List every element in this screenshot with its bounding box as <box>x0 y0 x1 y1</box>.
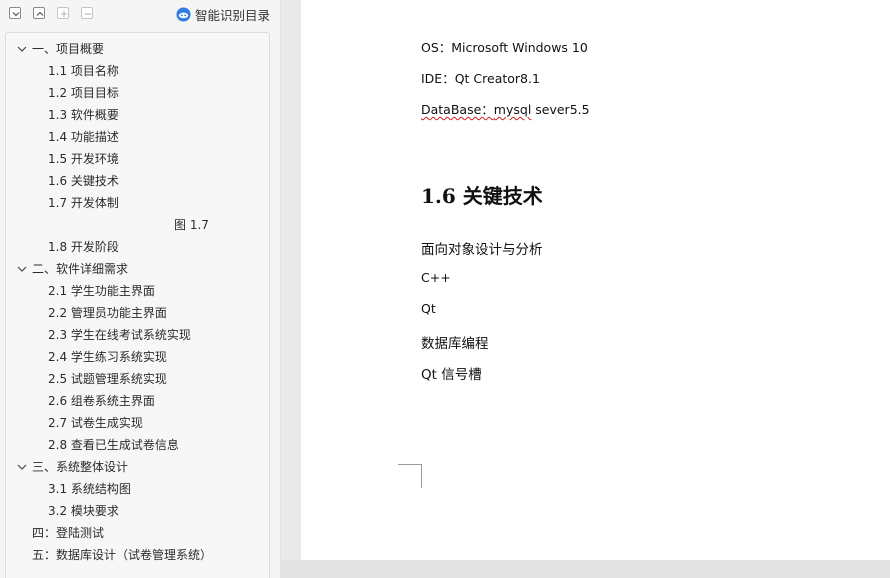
toc-item[interactable]: 一、项目概要 <box>6 38 269 60</box>
remove-heading-button[interactable] <box>81 7 93 19</box>
toc-item[interactable]: 2.1 学生功能主界面 <box>6 280 269 302</box>
collapse-all-button[interactable] <box>9 7 21 19</box>
toc-item-label: 2.3 学生在线考试系统实现 <box>48 328 191 342</box>
workspace-bottom <box>281 560 890 578</box>
toc-item[interactable]: 四：登陆测试 <box>6 522 269 544</box>
toc-item[interactable]: 1.7 开发体制 <box>6 192 269 214</box>
tech-item[interactable]: C++ <box>421 270 451 285</box>
toc-item-label: 3.1 系统结构图 <box>48 482 131 496</box>
toc-item[interactable]: 1.3 软件概要 <box>6 104 269 126</box>
env-ide-line[interactable]: IDE：Qt Creator8.1 <box>421 68 540 87</box>
toc-item[interactable]: 2.8 查看已生成试卷信息 <box>6 434 269 456</box>
add-heading-button[interactable] <box>57 7 69 19</box>
env-os-line[interactable]: OS：Microsoft Windows 10 <box>421 37 588 56</box>
toc-panel: 智能识别目录 一、项目概要 1.1 项目名称 1.2 项目目标 1.3 软件概要 1.4… <box>0 0 281 578</box>
plus-icon <box>61 11 67 17</box>
toc-item-label: 2.6 组卷系统主界面 <box>48 394 155 408</box>
toc-item[interactable]: 1.1 项目名称 <box>6 60 269 82</box>
toc-item-label: 2.5 试题管理系统实现 <box>48 372 167 386</box>
ai-cloud-icon <box>176 6 191 22</box>
chevron-down-icon[interactable] <box>17 45 27 53</box>
toc-item[interactable]: 1.8 开发阶段 <box>6 236 269 258</box>
toc-item-label: 三、系统整体设计 <box>32 460 129 474</box>
smart-toc-label: 智能识别目录 <box>195 7 271 23</box>
toc-item-label: 3.2 模块要求 <box>48 504 119 518</box>
toc-item-label: 1.6 关键技术 <box>48 174 119 188</box>
toc-tree: 一、项目概要 1.1 项目名称 1.2 项目目标 1.3 软件概要 1.4 功能描述 1.… <box>5 32 270 578</box>
toc-item-label: 二、软件详细需求 <box>32 262 129 276</box>
toc-toolbar: 智能识别目录 <box>0 0 280 30</box>
section-heading[interactable]: 1.6 关键技术 <box>421 180 543 209</box>
toc-item-label: 四：登陆测试 <box>32 526 105 540</box>
toc-item[interactable]: 图 1.7 <box>6 214 269 236</box>
chevron-down-icon[interactable] <box>17 265 27 273</box>
toc-item-label: 1.2 项目目标 <box>48 86 119 100</box>
toc-item[interactable]: 二、软件详细需求 <box>6 258 269 280</box>
toc-item-label: 1.5 开发环境 <box>48 152 119 166</box>
toc-item-label: 2.4 学生练习系统实现 <box>48 350 167 364</box>
toc-item[interactable]: 1.6 关键技术 <box>6 170 269 192</box>
tech-item[interactable]: Qt 信号槽 <box>421 363 482 383</box>
toc-item-label: 2.7 试卷生成实现 <box>48 416 143 430</box>
toc-item[interactable]: 2.6 组卷系统主界面 <box>6 390 269 412</box>
toc-item-label: 1.1 项目名称 <box>48 64 119 78</box>
env-db-line[interactable]: DataBase：mysql sever5.5 <box>421 99 590 118</box>
tech-item[interactable]: 面向对象设计与分析 <box>421 238 543 258</box>
db-word: mysql <box>493 102 532 117</box>
toc-item-label: 五：数据库设计（试卷管理系统） <box>32 548 213 562</box>
chevron-up-icon <box>36 11 44 16</box>
toc-item-label: 2.1 学生功能主界面 <box>48 284 155 298</box>
db-prefix: DataBase： <box>421 102 494 117</box>
toc-item[interactable]: 3.1 系统结构图 <box>6 478 269 500</box>
toc-item-label: 2.8 查看已生成试卷信息 <box>48 438 179 452</box>
minus-icon <box>85 13 91 15</box>
toc-item-label: 2.2 管理员功能主界面 <box>48 306 167 320</box>
toc-item[interactable]: 1.5 开发环境 <box>6 148 269 170</box>
document-page <box>301 0 890 560</box>
toc-item[interactable]: 1.2 项目目标 <box>6 82 269 104</box>
smart-toc-button[interactable]: 智能识别目录 <box>176 5 270 23</box>
toc-item-label: 一、项目概要 <box>32 42 105 56</box>
toc-item[interactable]: 五：数据库设计（试卷管理系统） <box>6 544 269 566</box>
toc-item-label: 1.8 开发阶段 <box>48 240 119 254</box>
toc-item[interactable]: 2.4 学生练习系统实现 <box>6 346 269 368</box>
toc-item[interactable]: 2.2 管理员功能主界面 <box>6 302 269 324</box>
chevron-down-icon[interactable] <box>17 463 27 471</box>
workspace-gutter <box>281 0 301 578</box>
expand-all-button[interactable] <box>33 7 45 19</box>
page-corner-mark <box>398 464 422 488</box>
toc-item[interactable]: 2.7 试卷生成实现 <box>6 412 269 434</box>
toc-item[interactable]: 2.5 试题管理系统实现 <box>6 368 269 390</box>
toc-item[interactable]: 3.2 模块要求 <box>6 500 269 522</box>
clipped-heading-fragment <box>756 0 846 2</box>
toc-item[interactable]: 三、系统整体设计 <box>6 456 269 478</box>
tech-item[interactable]: 数据库编程 <box>421 332 489 352</box>
tech-item[interactable]: Qt <box>421 301 436 316</box>
toc-item-label: 1.4 功能描述 <box>48 130 119 144</box>
toc-item[interactable]: 1.4 功能描述 <box>6 126 269 148</box>
toc-item[interactable]: 2.3 学生在线考试系统实现 <box>6 324 269 346</box>
toc-item-label: 1.7 开发体制 <box>48 196 119 210</box>
db-rest: sever5.5 <box>531 102 590 117</box>
chevron-down-icon <box>12 12 20 17</box>
toc-item-label: 图 1.7 <box>174 218 209 232</box>
toc-item-label: 1.3 软件概要 <box>48 108 119 122</box>
